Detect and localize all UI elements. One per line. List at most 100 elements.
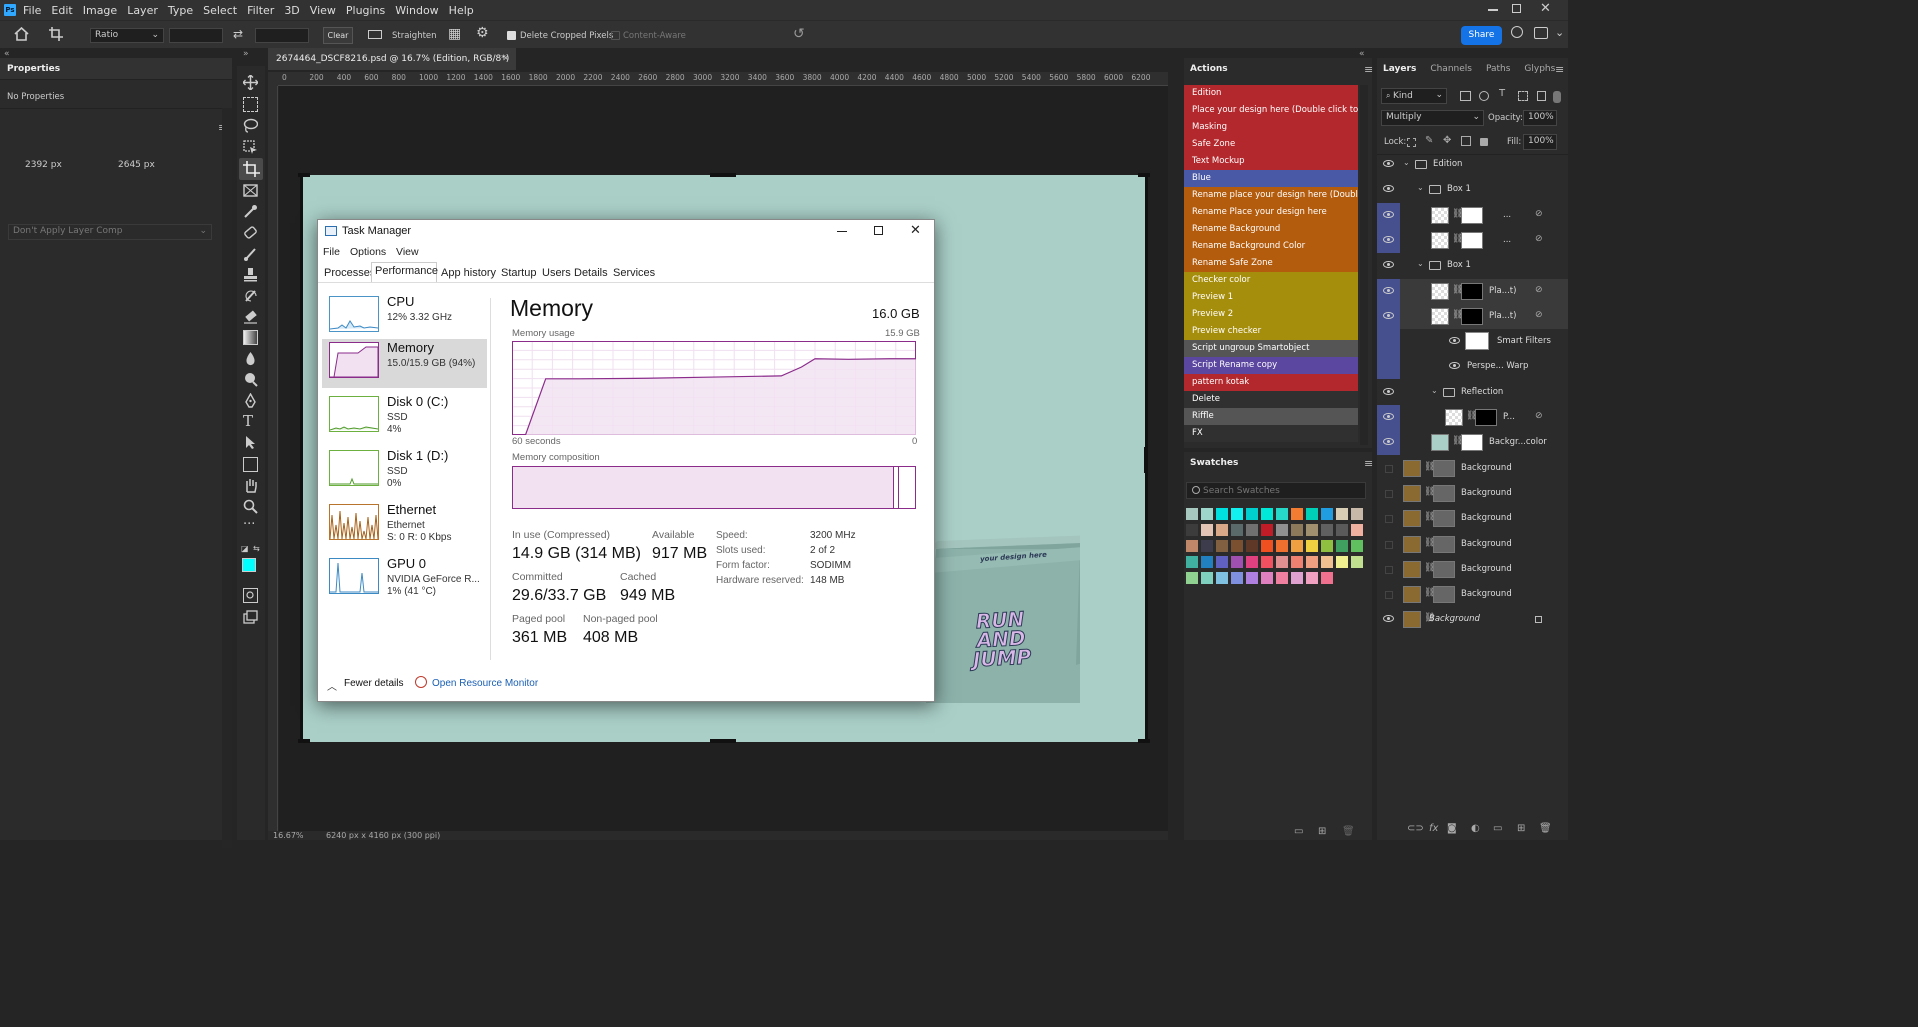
layers-menu-icon[interactable]: ≡ — [1555, 63, 1564, 76]
menu-window[interactable]: Window — [395, 4, 438, 17]
foreground-color-swatch[interactable] — [242, 558, 256, 572]
action-item[interactable]: Blue — [1184, 170, 1358, 187]
fewer-details-button[interactable]: Fewer details — [344, 678, 403, 689]
swatch-color[interactable] — [1336, 524, 1348, 536]
new-group-icon[interactable]: ▭ — [1493, 823, 1502, 834]
swatch-color[interactable] — [1291, 524, 1303, 536]
layer-row[interactable]: ⌄ Box 1 — [1377, 253, 1568, 278]
swatch-color[interactable] — [1186, 540, 1198, 552]
swatch-color[interactable] — [1321, 540, 1333, 552]
action-item[interactable]: Preview 2 — [1184, 306, 1358, 323]
eye-icon[interactable] — [1383, 210, 1394, 218]
layer-name[interactable]: Background — [1461, 463, 1512, 473]
layer-thumbnail[interactable] — [1403, 611, 1421, 629]
filter-pixel-icon[interactable] — [1460, 91, 1471, 101]
swatch-color[interactable] — [1276, 572, 1288, 584]
swatch-color[interactable] — [1231, 508, 1243, 520]
filter-adjustment-icon[interactable] — [1479, 91, 1489, 101]
visibility-empty-icon[interactable] — [1385, 591, 1393, 600]
layer-name[interactable]: Box 1 — [1447, 184, 1471, 194]
crop-handle[interactable] — [298, 173, 310, 177]
action-item[interactable]: Riffle — [1184, 408, 1358, 425]
layer-thumbnail[interactable] — [1403, 535, 1421, 553]
visibility-column[interactable] — [1377, 329, 1400, 355]
tab-users[interactable]: Users — [542, 267, 571, 279]
filter-shape-icon[interactable] — [1518, 91, 1528, 101]
document-tab[interactable]: 2674464_DSCF8216.psd @ 16.7% (Edition, R… — [268, 48, 516, 70]
collapse-toolbar-icon[interactable]: » — [243, 49, 249, 59]
layer-row[interactable]: Perspe... Warp — [1377, 354, 1568, 380]
swatch-color[interactable] — [1261, 556, 1273, 568]
history-brush-tool-icon[interactable] — [243, 288, 258, 303]
swatch-color[interactable] — [1321, 572, 1333, 584]
eye-icon[interactable] — [1383, 286, 1394, 294]
swatch-color[interactable] — [1246, 508, 1258, 520]
menu-plugins[interactable]: Plugins — [346, 4, 385, 17]
action-item[interactable]: Text Mockup — [1184, 153, 1358, 170]
width-field[interactable]: 2392 px — [20, 158, 68, 173]
action-item[interactable]: pattern kotak — [1184, 374, 1358, 391]
visibility-empty-icon[interactable] — [1385, 515, 1393, 524]
actions-title[interactable]: Actions — [1190, 64, 1228, 74]
layer-filter-kind[interactable]: ⌕ Kind ⌄ — [1381, 88, 1447, 104]
swatch-color[interactable] — [1186, 556, 1198, 568]
swatch-color[interactable] — [1321, 524, 1333, 536]
layer-name[interactable]: Background — [1461, 564, 1512, 574]
menu-select[interactable]: Select — [203, 4, 237, 17]
layer-row[interactable]: ⛓ Background — [1377, 582, 1568, 607]
layer-row[interactable]: ⛓ Background — [1377, 506, 1568, 531]
menu-3d[interactable]: 3D — [284, 4, 299, 17]
swatch-color[interactable] — [1261, 524, 1273, 536]
crop-handle[interactable] — [1138, 739, 1150, 743]
swatch-color[interactable] — [1336, 508, 1348, 520]
swatch-color[interactable] — [1276, 540, 1288, 552]
sidebar-item-ethernet[interactable]: Ethernet Ethernet S: 0 R: 0 Kbps — [322, 501, 487, 551]
crop-tool-icon[interactable] — [48, 27, 64, 41]
action-item[interactable]: Preview checker — [1184, 323, 1358, 340]
layer-row[interactable]: ⌄ Box 1 — [1377, 177, 1568, 202]
layer-thumbnail[interactable] — [1431, 231, 1449, 249]
sidebar-item-gpu[interactable]: GPU 0 NVIDIA GeForce R... 1% (41 °C) — [322, 555, 487, 605]
sidebar-item-memory[interactable]: Memory 15.0/15.9 GB (94%) — [322, 339, 487, 388]
layer-name[interactable]: Background — [1461, 513, 1512, 523]
height-field[interactable]: 2645 px — [113, 158, 161, 173]
ratio-height-input[interactable] — [255, 28, 309, 43]
swatch-color[interactable] — [1201, 572, 1213, 584]
layer-row[interactable]: ⛓ Background — [1377, 481, 1568, 506]
layer-thumbnail[interactable] — [1403, 586, 1421, 604]
layer-row[interactable]: Smart Filters — [1377, 329, 1568, 355]
brush-tool-icon[interactable] — [243, 246, 258, 261]
layer-name[interactable]: Background — [1429, 614, 1480, 624]
swatch-color[interactable] — [1306, 572, 1318, 584]
fill-input[interactable]: 100% — [1523, 134, 1557, 150]
tm-menu-view[interactable]: View — [396, 246, 419, 258]
layer-thumbnail[interactable] — [1403, 510, 1421, 528]
swatch-color[interactable] — [1231, 540, 1243, 552]
close-icon[interactable]: ✕ — [910, 222, 921, 238]
new-layer-icon[interactable]: ⊞ — [1517, 823, 1525, 834]
layer-thumbnail[interactable] — [1431, 434, 1449, 452]
swatches-title[interactable]: Swatches — [1190, 458, 1238, 468]
action-item[interactable]: Masking — [1184, 119, 1358, 136]
swatch-color[interactable] — [1261, 572, 1273, 584]
layer-thumbnail[interactable] — [1431, 307, 1449, 325]
swatch-color[interactable] — [1216, 556, 1228, 568]
move-tool-icon[interactable] — [243, 75, 258, 90]
layer-thumbnail[interactable] — [1431, 206, 1449, 224]
workspace-icon[interactable] — [1534, 27, 1548, 39]
action-item[interactable]: Script Rename copy — [1184, 357, 1358, 374]
swatch-color[interactable] — [1261, 508, 1273, 520]
actions-scrollbar[interactable] — [1360, 85, 1368, 445]
close-tab-icon[interactable]: ✕ — [502, 48, 510, 70]
tab-glyphs[interactable]: Glyphs — [1524, 64, 1555, 74]
swatch-color[interactable] — [1186, 524, 1198, 536]
pen-tool-icon[interactable] — [243, 393, 258, 408]
swatch-color[interactable] — [1276, 556, 1288, 568]
action-item[interactable]: Rename Safe Zone — [1184, 255, 1358, 272]
blend-mode-select[interactable]: Multiply ⌄ — [1381, 110, 1484, 126]
crop-handle[interactable] — [298, 739, 310, 743]
layer-row[interactable]: ⛓ Background — [1377, 456, 1568, 481]
menu-filter[interactable]: Filter — [247, 4, 274, 17]
clear-button[interactable]: Clear — [323, 27, 353, 44]
close-icon[interactable]: ✕ — [1540, 1, 1551, 16]
